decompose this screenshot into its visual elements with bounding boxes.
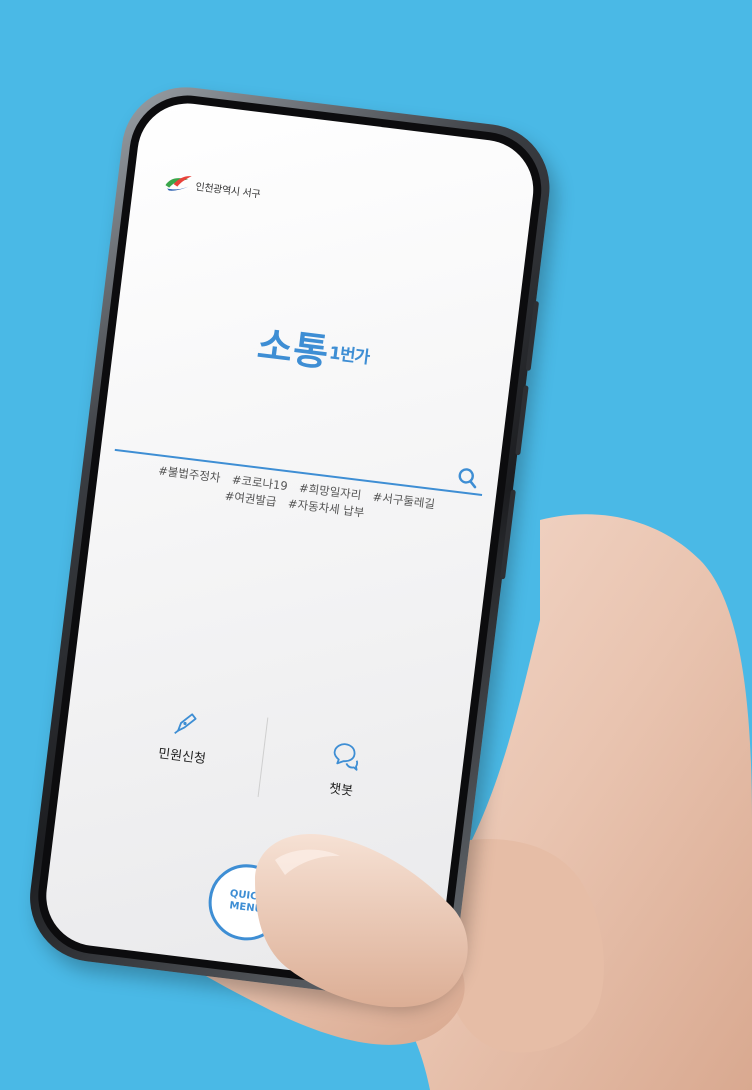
header-logo[interactable]: 인천광역시 서구	[163, 171, 262, 203]
menu-divider	[257, 717, 269, 798]
pen-icon	[174, 713, 197, 735]
brand-sub: 1번가	[327, 343, 371, 369]
scene: 인천광역시 서구 소통1번가 #불법주정차 #코로나19 #희망일자리 #서구둘…	[0, 0, 752, 1090]
menu-item-chatbot[interactable]: 챗봇	[281, 734, 407, 805]
search-icon[interactable]	[455, 465, 482, 492]
chat-bubbles-icon	[333, 743, 359, 771]
hashtag[interactable]: #불법주정차	[157, 463, 221, 485]
menu-label: 민원신청	[157, 746, 207, 768]
org-name: 인천광역시 서구	[194, 181, 261, 201]
menu-label: 챗봇	[328, 781, 354, 800]
main-menu: 민원신청 챗봇	[56, 693, 466, 861]
menu-item-civil-petition[interactable]: 민원신청	[121, 700, 247, 771]
quick-menu-button[interactable]: QUICK MENU	[204, 859, 289, 945]
hashtag[interactable]: #여권발급	[224, 489, 277, 509]
brand-main: 소통	[255, 322, 332, 376]
hashtag[interactable]: #서구둘레길	[372, 490, 436, 512]
incheon-seogu-logo-icon	[165, 176, 192, 191]
brand-title: 소통1번가	[113, 296, 515, 399]
